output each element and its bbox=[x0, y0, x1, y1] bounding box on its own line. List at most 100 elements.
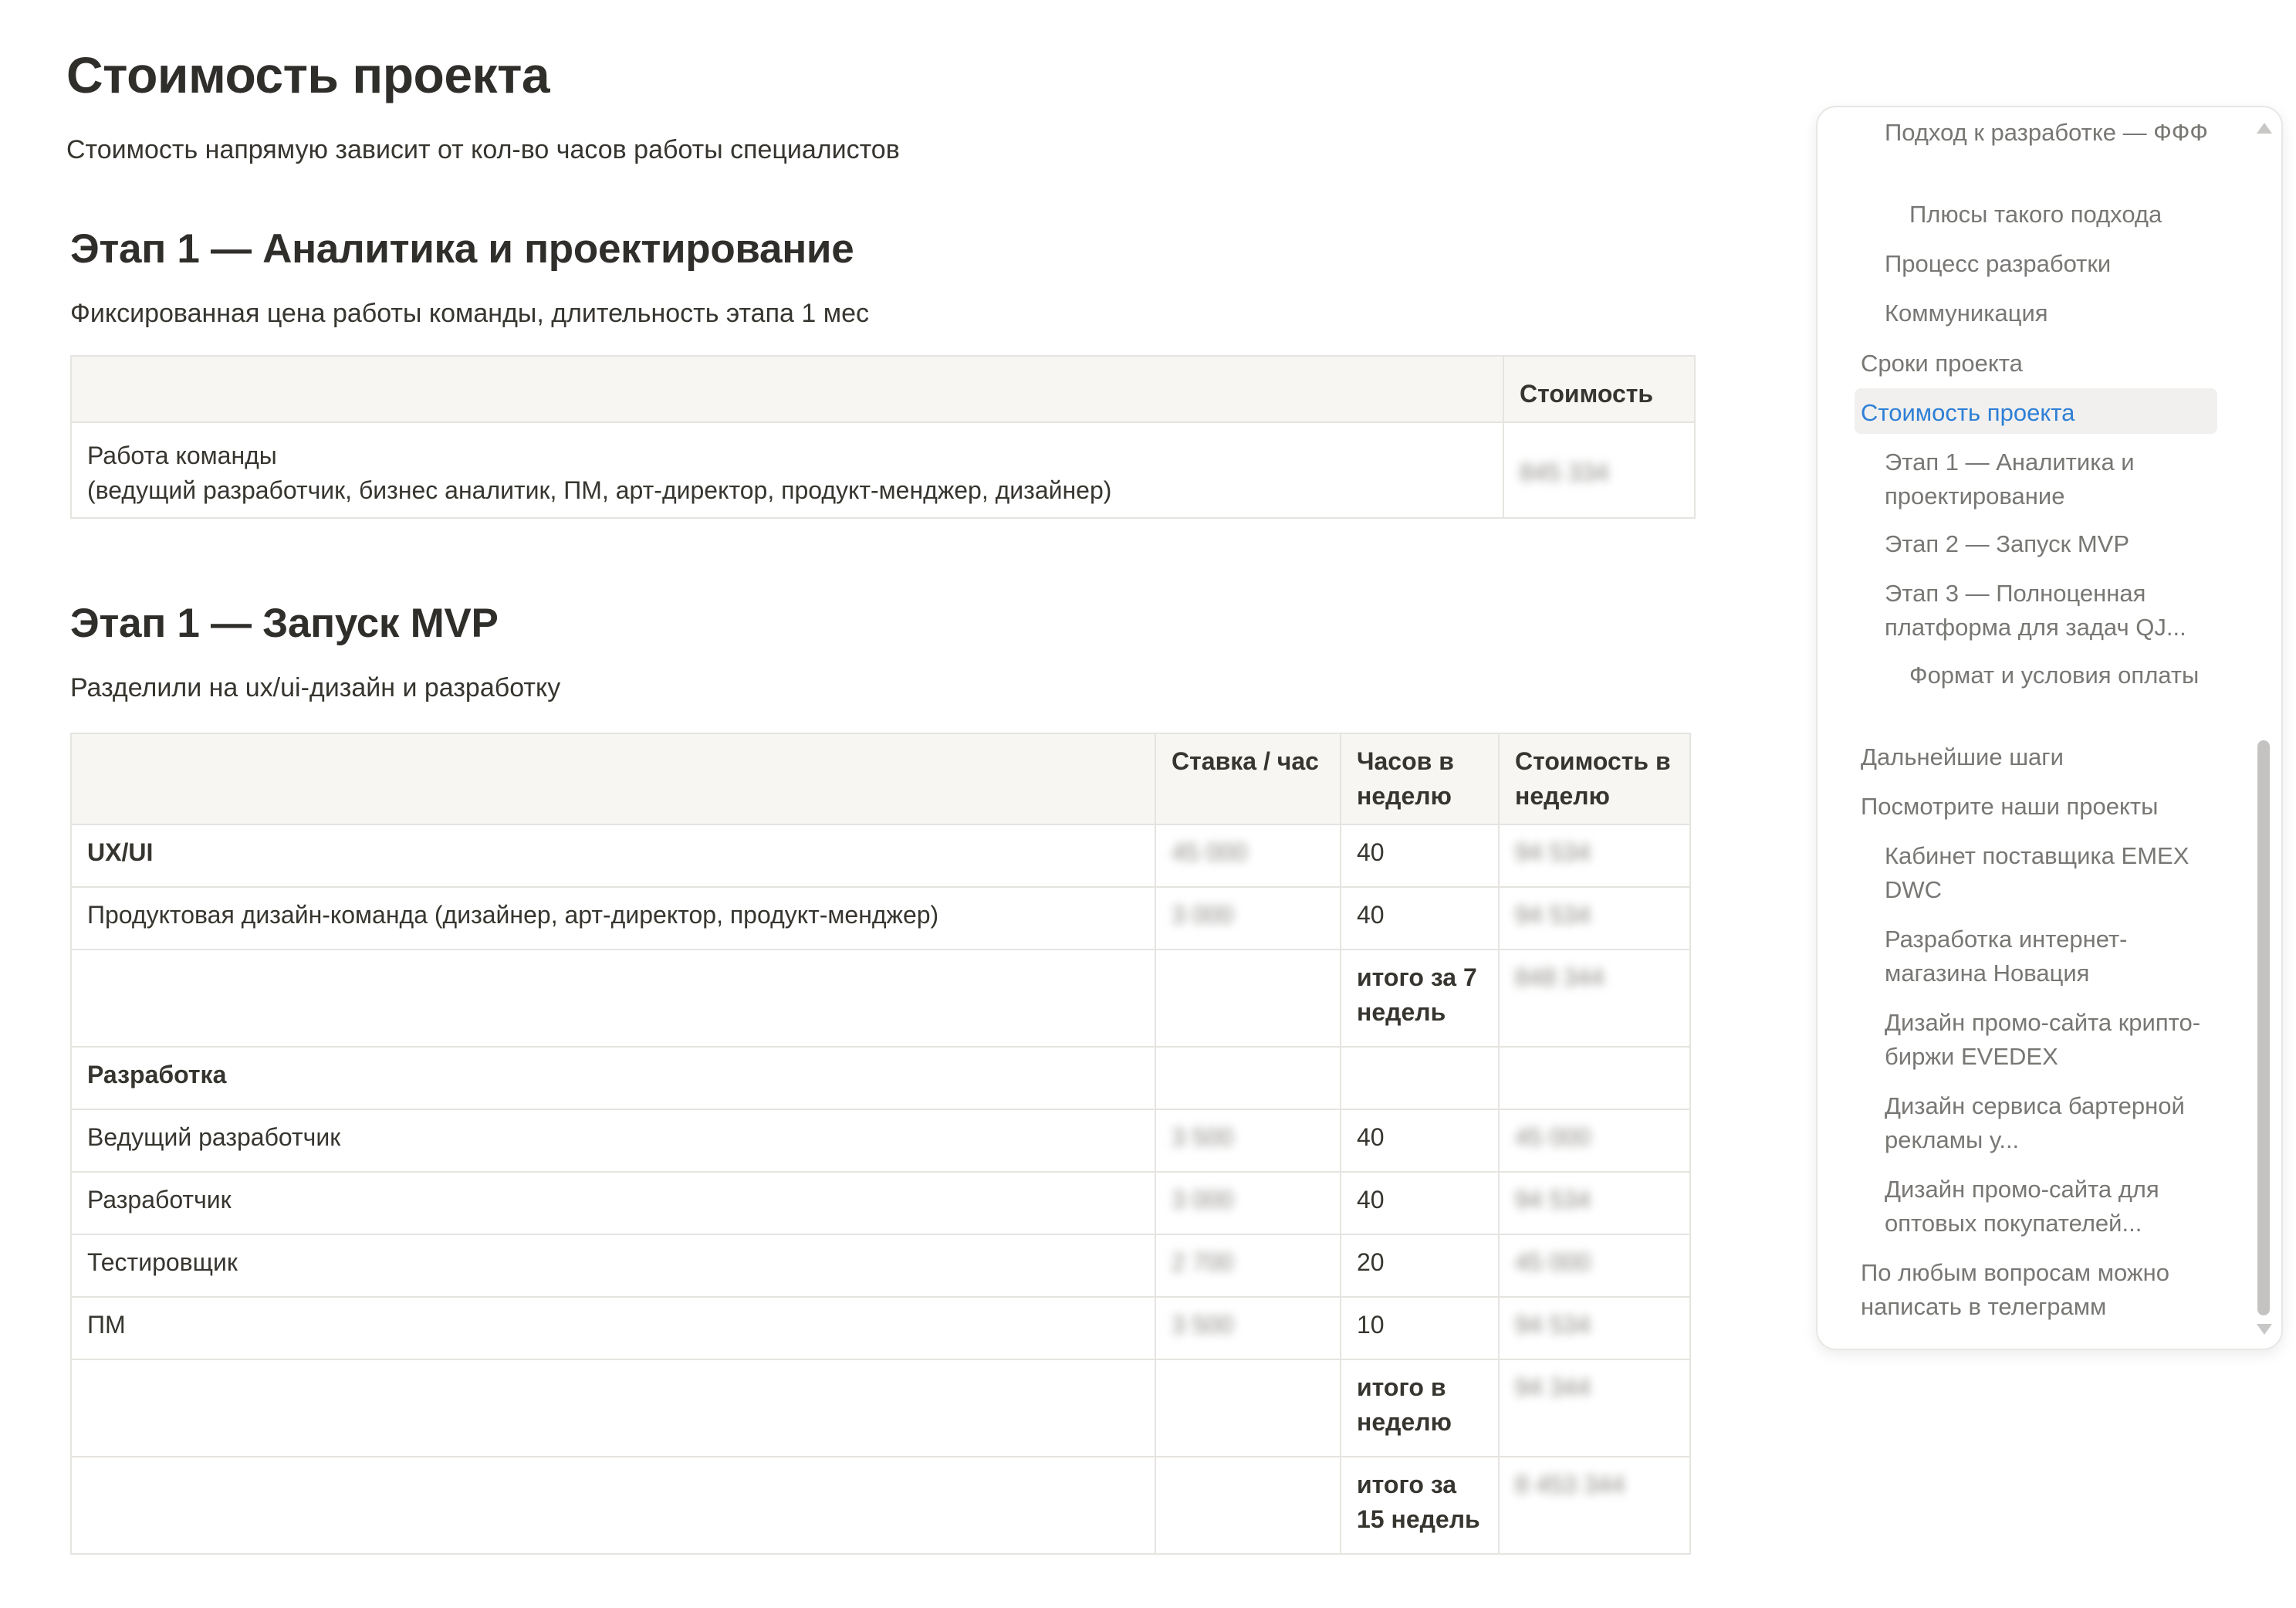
total-row: итого за 15 недель 8 453 344 bbox=[70, 1456, 1691, 1555]
cell-name: Разработка bbox=[70, 1046, 1156, 1110]
total-label: итого в неделю bbox=[1357, 1373, 1452, 1436]
toc-item[interactable]: Плюсы такого подхода bbox=[1909, 198, 2226, 232]
total-label: итого за 7 недель bbox=[1357, 963, 1477, 1026]
cell-name bbox=[70, 949, 1156, 1048]
cell-rate bbox=[1155, 1359, 1341, 1457]
cell-rate bbox=[1155, 1046, 1341, 1110]
page-title: Стоимость проекта bbox=[66, 46, 550, 103]
cell-rate: 3 500 bbox=[1155, 1109, 1341, 1173]
table-row: Разработка bbox=[70, 1046, 1691, 1110]
table-of-contents: Подход к разработке — ФФФ Плюсы такого по… bbox=[1816, 106, 2283, 1350]
cell-rate: 3 000 bbox=[1155, 1171, 1341, 1235]
hours-value: 20 bbox=[1357, 1248, 1385, 1276]
cost-value: 45 000 bbox=[1515, 1248, 1591, 1276]
table-row: Разработчик 3 000 40 94 534 bbox=[70, 1171, 1691, 1235]
team-work-cell: Работа команды (ведущий разработчик, биз… bbox=[70, 421, 1504, 519]
cell-cost: 8 453 344 bbox=[1498, 1456, 1691, 1555]
cell-rate: 45 000 bbox=[1155, 824, 1341, 888]
stage1-description: Фиксированная цена работы команды, длите… bbox=[70, 299, 869, 328]
cell-cost: 848 344 bbox=[1498, 949, 1691, 1048]
cell-rate: 3 500 bbox=[1155, 1296, 1341, 1360]
total-label: итого за 15 недель bbox=[1357, 1471, 1480, 1533]
cell-cost: 94 344 bbox=[1498, 1359, 1691, 1457]
toc-item[interactable]: Разработка интернет-магазина Новация bbox=[1885, 922, 2224, 990]
header-cell-rate: Ставка / час bbox=[1155, 733, 1341, 825]
rate-value: 45 000 bbox=[1172, 838, 1247, 866]
scrollbar-thumb[interactable] bbox=[2257, 740, 2270, 1315]
toc-item[interactable]: Сроки проекта bbox=[1861, 347, 2223, 381]
cost-value: 94 534 bbox=[1515, 1186, 1591, 1214]
toc-item[interactable]: Дизайн промо-сайта для оптовых покупател… bbox=[1885, 1173, 2224, 1241]
cell-hours: 20 bbox=[1340, 1234, 1500, 1298]
cell-name: Разработчик bbox=[70, 1171, 1156, 1235]
toc-item[interactable]: Подход к разработке — ФФФ bbox=[1885, 116, 2224, 150]
toc-item[interactable]: Дизайн сервиса бартерной рекламы у... bbox=[1885, 1089, 2224, 1157]
toc-item[interactable]: Кабинет поставщика EMEX DWC bbox=[1885, 839, 2224, 907]
cost-value: 8 453 344 bbox=[1515, 1471, 1625, 1498]
cell-hours: итого за 7 недель bbox=[1340, 949, 1500, 1048]
toc-item[interactable]: Стоимость проекта bbox=[1861, 396, 2223, 430]
cell-hours: 40 bbox=[1340, 1171, 1500, 1235]
toc-item[interactable]: Дальнейшие шаги bbox=[1861, 740, 2223, 774]
toc-item[interactable]: Процесс разработки bbox=[1885, 247, 2224, 281]
stage2-description: Разделили на ux/ui-дизайн и разработку bbox=[70, 673, 561, 702]
row-label: Разработка bbox=[87, 1061, 227, 1088]
rate-value: 3 000 bbox=[1172, 1186, 1234, 1214]
cell-name: ПМ bbox=[70, 1296, 1156, 1360]
cell-name: Тестировщик bbox=[70, 1234, 1156, 1298]
toc-item[interactable]: Посмотрите наши проекты bbox=[1861, 790, 2223, 824]
cost-value: 94 344 bbox=[1515, 1373, 1591, 1401]
rate-value: 3 000 bbox=[1172, 901, 1234, 929]
cell-name: Продуктовая дизайн-команда (дизайнер, ар… bbox=[70, 886, 1156, 950]
table-row: Продуктовая дизайн-команда (дизайнер, ар… bbox=[70, 886, 1691, 950]
rate-value: 3 500 bbox=[1172, 1123, 1234, 1151]
cell-name bbox=[70, 1456, 1156, 1555]
hours-value: 40 bbox=[1357, 1186, 1385, 1214]
toc-item[interactable]: Дизайн промо-сайта крипто-биржи EVEDEX bbox=[1885, 1006, 2224, 1074]
row-label: UX/UI bbox=[87, 838, 154, 866]
toc-item[interactable]: Коммуникация bbox=[1885, 296, 2224, 330]
cell-hours bbox=[1340, 1046, 1500, 1110]
table-header-row: Стоимость bbox=[70, 355, 1696, 423]
row-label: Продуктовая дизайн-команда (дизайнер, ар… bbox=[87, 901, 939, 929]
team-work-cost-cell: 845 334 bbox=[1503, 421, 1696, 519]
cell-hours: итого за 15 недель bbox=[1340, 1456, 1500, 1555]
cell-hours: итого в неделю bbox=[1340, 1359, 1500, 1457]
table-row: Ведущий разработчик 3 500 40 45 000 bbox=[70, 1109, 1691, 1173]
row-label: ПМ bbox=[87, 1311, 126, 1339]
toc-item[interactable]: По любым вопросам можно написать в телег… bbox=[1861, 1256, 2223, 1324]
toc-item[interactable]: Формат и условия оплаты bbox=[1909, 658, 2226, 692]
toc-scrollbar[interactable] bbox=[2255, 123, 2272, 1335]
cell-rate bbox=[1155, 1456, 1341, 1555]
cell-name: UX/UI bbox=[70, 824, 1156, 888]
hours-value: 40 bbox=[1357, 838, 1385, 866]
row-label: Разработчик bbox=[87, 1186, 232, 1214]
total-row: итого за 7 недель 848 344 bbox=[70, 949, 1691, 1048]
team-work-members: (ведущий разработчик, бизнес аналитик, П… bbox=[87, 476, 1112, 504]
total-row: итого в неделю 94 344 bbox=[70, 1359, 1691, 1457]
hours-value: 40 bbox=[1357, 901, 1385, 929]
toc-item[interactable]: Этап 3 — Полноценная платформа для задач… bbox=[1885, 577, 2224, 645]
cost-value: 94 534 bbox=[1515, 838, 1591, 866]
cell-hours: 40 bbox=[1340, 1109, 1500, 1173]
hours-value: 10 bbox=[1357, 1311, 1385, 1339]
stage2-table: Ставка / час Часов в неделю Стоимость в … bbox=[70, 733, 1691, 1555]
toc-item[interactable]: Этап 2 — Запуск MVP bbox=[1885, 527, 2224, 561]
scroll-down-arrow-icon[interactable] bbox=[2257, 1324, 2272, 1335]
cell-hours: 40 bbox=[1340, 886, 1500, 950]
hours-value: 40 bbox=[1357, 1123, 1385, 1151]
scroll-up-arrow-icon[interactable] bbox=[2257, 123, 2272, 134]
header-cell-weekly-cost: Стоимость в неделю bbox=[1498, 733, 1691, 825]
cell-hours: 10 bbox=[1340, 1296, 1500, 1360]
cell-rate: 3 000 bbox=[1155, 886, 1341, 950]
stage1-title: Этап 1 — Аналитика и проектирование bbox=[70, 226, 854, 272]
row-label: Ведущий разработчик bbox=[87, 1123, 341, 1151]
row-label: Тестировщик bbox=[87, 1248, 238, 1276]
cell-rate bbox=[1155, 949, 1341, 1048]
toc-item[interactable]: Этап 1 — Аналитика и проектирование bbox=[1885, 445, 2224, 513]
cell-cost bbox=[1498, 1046, 1691, 1110]
cell-rate: 2 700 bbox=[1155, 1234, 1341, 1298]
rate-value: 2 700 bbox=[1172, 1248, 1234, 1276]
cell-hours: 40 bbox=[1340, 824, 1500, 888]
stage2-title: Этап 1 — Запуск MVP bbox=[70, 601, 499, 646]
